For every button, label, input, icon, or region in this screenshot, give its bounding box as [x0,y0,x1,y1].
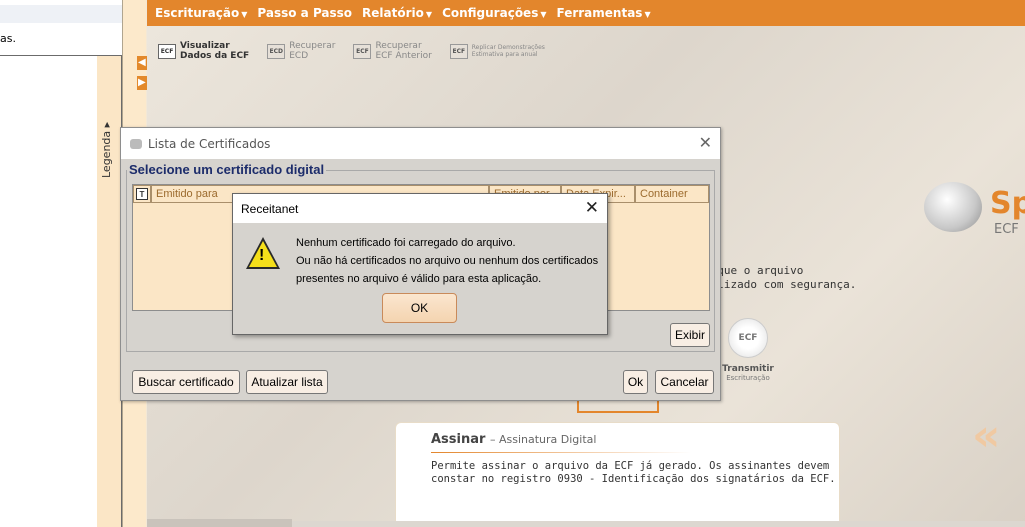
chevron-down-icon: ▼ [540,10,547,19]
sped-logo: Sp ECF [920,180,1025,240]
dialog-title: Lista de Certificados [148,136,271,151]
toolbar-replicar-demonstracoes[interactable]: ECF Replicar Demonstrações Estimativa par… [449,38,545,64]
alert-ok-button[interactable]: OK [382,293,457,323]
chevron-down-icon: ▼ [241,10,248,19]
double-chevron-left-icon: « [972,410,1001,461]
chevron-down-icon: ▼ [644,10,651,19]
alert-title: Receitanet [233,194,607,223]
menu-escrituracao[interactable]: Escrituração ▼ [155,6,247,20]
type-icon: T [136,188,148,200]
arrow-right-icon: ▶ [138,77,146,88]
assinar-subtitle: – Assinatura Digital [489,433,597,446]
cancelar-button[interactable]: Cancelar [655,370,714,394]
alert-message: Nenhum certificado foi carregado do arqu… [296,237,599,285]
transmit-label: Transmitir [722,364,774,374]
assinar-description: Permite assinar o arquivo da ECF já gera… [431,460,836,485]
exclamation-icon: ! [259,247,265,264]
toolbar-item-label: Recuperar ECF Anterior [375,41,432,61]
logo-subtitle: ECF [994,222,1019,237]
left-fragment-text: as. [0,32,16,45]
toolbar-item-label: Recuperar ECD [289,41,336,61]
assinar-card[interactable]: Assinar – Assinatura Digital Permite ass… [395,422,840,527]
left-pane: as. Legenda ▸ [0,0,128,527]
legend-tab[interactable]: Legenda ▸ [97,56,121,527]
background-description: m que o arquivo nalizado com segurança. [704,264,857,291]
upload-ecf-icon: ECF [728,318,768,358]
menu-bar: Escrituração ▼ Passo a Passo Relatório ▼ C… [147,0,1025,26]
menu-configuracoes[interactable]: Configurações ▼ [442,6,546,20]
bottom-tab[interactable] [147,519,292,527]
transmitir-escrituracao-button[interactable]: ECF Transmitir Escrituração [718,318,778,382]
transmit-sublabel: Escrituração [726,374,770,382]
logo-text: Sp [990,186,1025,221]
menu-ferramentas[interactable]: Ferramentas ▼ [557,6,651,20]
toolbar-item-label: Visualizar Dados da ECF [180,41,250,61]
ecf-document-icon: ECF [353,43,372,59]
divider [431,452,691,453]
menu-relatorio[interactable]: Relatório ▼ [362,6,432,20]
toolbar: ECF Visualizar Dados da ECF ECD Recuperar… [158,38,563,64]
ecf-document-icon: ECF [449,43,468,59]
column-container[interactable]: Container [635,185,709,203]
exibir-button[interactable]: Exibir [670,323,710,347]
assinar-title: Assinar – Assinatura Digital [431,432,597,447]
bottom-scrollbar[interactable] [292,521,1025,527]
column-type[interactable]: T [133,185,151,203]
app-icon [130,138,142,149]
legend-label: Legenda ▸ [100,121,113,178]
buscar-certificado-button[interactable]: Buscar certificado [132,370,240,394]
dialog-titlebar: Lista de Certificados ✕ [121,128,720,159]
toolbar-recuperar-ecd[interactable]: ECD Recuperar ECD [267,38,335,64]
ecd-document-icon: ECD [267,43,286,59]
expand-right-arrow[interactable]: ▶ [137,76,147,90]
groupbox-label: Selecione um certificado digital [127,162,327,177]
left-top-strip [0,5,128,23]
toolbar-recuperar-ecf-anterior[interactable]: ECF Recuperar ECF Anterior [353,38,432,64]
sped-globe-icon [924,182,982,232]
arrow-left-icon: ◀ [138,57,146,68]
toolbar-visualizar-dados[interactable]: ECF Visualizar Dados da ECF [158,38,249,64]
receitanet-alert-dialog: Receitanet ✕ ! Nenhum certificado foi ca… [232,193,608,335]
ecf-document-icon: ECF [158,43,176,59]
menu-passo-a-passo[interactable]: Passo a Passo [257,6,352,20]
atualizar-lista-button[interactable]: Atualizar lista [246,370,328,394]
close-icon[interactable]: ✕ [585,198,599,218]
close-icon[interactable]: ✕ [699,133,712,152]
ok-button[interactable]: Ok [623,370,648,394]
chevron-down-icon: ▼ [425,10,433,19]
collapse-left-arrow[interactable]: ◀ [137,56,147,70]
toolbar-item-label: Replicar Demonstrações Estimativa para an… [471,44,545,58]
